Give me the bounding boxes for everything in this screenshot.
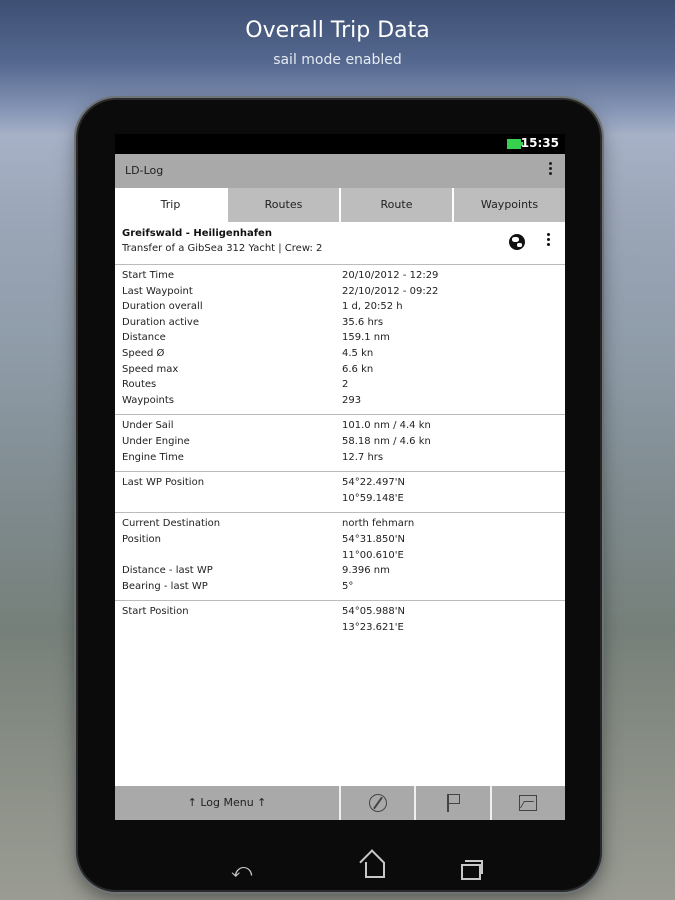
trip-menu-icon[interactable] [547, 233, 551, 248]
trip-name: Greifswald - Heiligenhafen [122, 228, 272, 239]
section-destination: Current Destination north fehmarn Positio… [115, 513, 565, 602]
stat-row: 13°23.621'E [115, 621, 565, 637]
stat-value: 5° [342, 580, 354, 592]
stat-row: Speed Ø 4.5 kn [115, 347, 565, 363]
stat-label: Speed max [122, 363, 179, 375]
trip-content: Greifswald - Heiligenhafen Transfer of a… [115, 222, 565, 786]
stat-row: Distance - last WP 9.396 nm [115, 564, 565, 580]
back-icon[interactable]: ⤺ [231, 858, 252, 882]
stat-label: Under Sail [122, 420, 174, 432]
tab-bar: Trip Routes Route Waypoints [115, 188, 565, 222]
hero-subtitle: sail mode enabled [273, 52, 402, 68]
stat-row: Start Time 20/10/2012 - 12:29 [115, 269, 565, 285]
stat-row: Waypoints 293 [115, 394, 565, 410]
log-menu-button[interactable]: ↑ Log Menu ↑ [115, 786, 339, 820]
stat-row: Current Destination north fehmarn [115, 517, 565, 533]
stat-value: 58.18 nm / 4.6 kn [342, 435, 431, 447]
stat-value: 11°00.610'E [342, 549, 404, 561]
stat-value: 10°59.148'E [342, 492, 404, 504]
flag-icon [446, 794, 460, 812]
stat-label: Duration overall [122, 301, 203, 313]
tab-waypoints[interactable]: Waypoints [452, 188, 565, 222]
stat-label: Distance [122, 332, 166, 344]
stat-value: 293 [342, 394, 362, 406]
stat-value: 101.0 nm / 4.4 kn [342, 420, 431, 432]
stat-label: Last Waypoint [122, 285, 193, 297]
flag-button[interactable] [414, 786, 489, 820]
bottom-action-bar: ↑ Log Menu ↑ [115, 786, 565, 820]
stat-value: 6.6 kn [342, 363, 374, 375]
tablet-frame: 15:35 LD-Log Trip Routes Route Waypoints… [78, 100, 600, 890]
stat-row: Routes 2 [115, 378, 565, 394]
section-last-wp: Last WP Position 54°22.497'N 10°59.148'E [115, 472, 565, 514]
tab-trip[interactable]: Trip [115, 188, 226, 222]
stat-row: Distance 159.1 nm [115, 331, 565, 347]
stat-label: Duration active [122, 316, 200, 328]
recents-icon[interactable] [461, 860, 483, 880]
system-navbar: ⤺ [115, 854, 565, 888]
section-propulsion: Under Sail 101.0 nm / 4.4 kn Under Engine… [115, 415, 565, 473]
section-start-position: Start Position 54°05.988'N 13°23.621'E [115, 601, 565, 641]
app-title: LD-Log [125, 164, 164, 177]
stat-label: Under Engine [122, 435, 190, 447]
stat-row: Speed max 6.6 kn [115, 363, 565, 379]
stat-row: Start Position 54°05.988'N [115, 605, 565, 621]
compass-icon [368, 794, 387, 812]
stat-value: 54°31.850'N [342, 533, 405, 545]
stat-value: 159.1 nm [342, 332, 390, 344]
trip-description: Transfer of a GibSea 312 Yacht | Crew: 2 [122, 243, 323, 254]
stat-label: Start Position [122, 606, 189, 618]
stat-row: Last Waypoint 22/10/2012 - 09:22 [115, 285, 565, 301]
stat-value: 1 d, 20:52 h [342, 301, 403, 313]
stat-row: 10°59.148'E [115, 492, 565, 508]
stat-label: Routes [122, 379, 157, 391]
stat-label: Engine Time [122, 451, 184, 463]
image-icon [519, 795, 538, 811]
stat-value: 54°22.497'N [342, 477, 405, 489]
stat-label: Start Time [122, 270, 175, 281]
stat-value: 9.396 nm [342, 565, 390, 577]
battery-icon [507, 139, 523, 149]
home-icon[interactable] [365, 862, 385, 878]
stat-label: Waypoints [122, 394, 175, 406]
stat-value: 20/10/2012 - 12:29 [342, 270, 439, 281]
hero-title: Overall Trip Data [245, 18, 430, 43]
section-trip-stats: Start Time 20/10/2012 - 12:29 Last Waypoi… [115, 265, 565, 416]
stat-value: 2 [342, 379, 349, 391]
stat-value: 4.5 kn [342, 347, 374, 359]
device-screen: 15:35 LD-Log Trip Routes Route Waypoints… [115, 134, 565, 882]
stat-row: Bearing - last WP 5° [115, 580, 565, 596]
stat-row: Last WP Position 54°22.497'N [115, 476, 565, 492]
stat-value: 54°05.988'N [342, 606, 405, 618]
stat-value: 13°23.621'E [342, 621, 404, 633]
stat-value: 12.7 hrs [342, 451, 384, 463]
stat-label: Bearing - last WP [122, 580, 208, 592]
stat-row: 11°00.610'E [115, 549, 565, 565]
stat-value: north fehmarn [342, 518, 415, 530]
stat-label: Distance - last WP [122, 565, 213, 577]
stat-label: Speed Ø [122, 347, 165, 359]
stat-label: Position [122, 533, 161, 545]
stat-row: Under Sail 101.0 nm / 4.4 kn [115, 419, 565, 435]
stat-row: Duration overall 1 d, 20:52 h [115, 300, 565, 316]
stat-row: Under Engine 58.18 nm / 4.6 kn [115, 435, 565, 451]
trip-header[interactable]: Greifswald - Heiligenhafen Transfer of a… [115, 222, 565, 265]
globe-icon[interactable] [509, 234, 525, 250]
action-bar: LD-Log [115, 154, 565, 188]
stat-row: Position 54°31.850'N [115, 533, 565, 549]
tab-route[interactable]: Route [339, 188, 452, 222]
image-button[interactable] [489, 786, 565, 820]
stat-value: 22/10/2012 - 09:22 [342, 285, 439, 297]
overflow-menu-icon[interactable] [549, 162, 553, 177]
status-bar: 15:35 [115, 134, 565, 154]
compass-button[interactable] [339, 786, 414, 820]
status-clock: 15:35 [520, 136, 559, 150]
tab-routes[interactable]: Routes [226, 188, 339, 222]
stat-row: Engine Time 12.7 hrs [115, 451, 565, 467]
stat-label: Last WP Position [122, 477, 205, 489]
stat-value: 35.6 hrs [342, 316, 384, 328]
stat-row: Duration active 35.6 hrs [115, 316, 565, 332]
stat-label: Current Destination [122, 518, 221, 530]
